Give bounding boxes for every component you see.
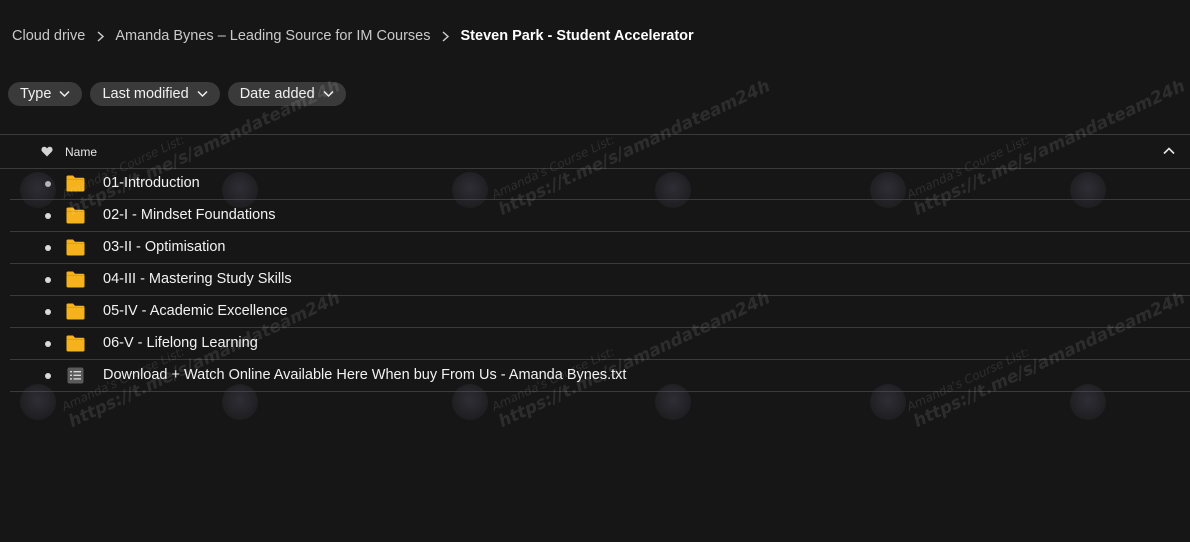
folder-icon — [66, 303, 85, 320]
date-added-filter-button[interactable]: Date added — [227, 82, 346, 106]
table-row[interactable]: 05-IV - Academic Excellence — [10, 296, 1190, 328]
chevron-right-icon — [85, 30, 115, 42]
heart-icon[interactable] — [41, 146, 53, 157]
row-marker — [45, 277, 51, 283]
file-name: Download + Watch Online Available Here W… — [103, 367, 627, 383]
file-name: 01-Introduction — [103, 175, 200, 191]
file-name: 04-III - Mastering Study Skills — [103, 271, 292, 287]
name-column-header[interactable]: Name — [65, 145, 97, 159]
table-row[interactable]: 04-III - Mastering Study Skills — [10, 264, 1190, 296]
row-marker — [45, 213, 51, 219]
breadcrumb-amanda-bynes[interactable]: Amanda Bynes – Leading Source for IM Cou… — [115, 28, 430, 44]
file-name: 02-I - Mindset Foundations — [103, 207, 276, 223]
folder-icon — [66, 271, 85, 288]
table-row[interactable]: Download + Watch Online Available Here W… — [10, 360, 1190, 392]
chevron-right-icon — [431, 30, 461, 42]
row-marker — [45, 309, 51, 315]
row-marker — [45, 245, 51, 251]
folder-icon — [66, 335, 85, 352]
breadcrumb-cloud-drive[interactable]: Cloud drive — [12, 28, 85, 44]
row-marker — [45, 181, 51, 187]
last-modified-filter-label: Last modified — [102, 86, 189, 102]
table-row[interactable]: 02-I - Mindset Foundations — [10, 200, 1190, 232]
breadcrumb: Cloud drive Amanda Bynes – Leading Sourc… — [12, 26, 694, 46]
chevron-up-icon[interactable] — [1163, 147, 1175, 155]
folder-icon — [66, 207, 85, 224]
breadcrumb-current-folder: Steven Park - Student Accelerator — [460, 28, 694, 44]
chevron-down-icon — [323, 90, 334, 98]
table-row[interactable]: 03-II - Optimisation — [10, 232, 1190, 264]
file-name: 03-II - Optimisation — [103, 239, 226, 255]
table-row[interactable]: 06-V - Lifelong Learning — [10, 328, 1190, 360]
table-header: Name — [0, 135, 1190, 169]
cloud-drive-page: Cloud drive Amanda Bynes – Leading Sourc… — [0, 0, 1190, 542]
type-filter-button[interactable]: Type — [8, 82, 83, 106]
file-list: 01-Introduction 02-I - Mindset Foundatio… — [10, 168, 1190, 392]
row-marker — [45, 341, 51, 347]
type-filter-label: Type — [20, 86, 52, 102]
folder-icon — [66, 239, 85, 256]
chevron-down-icon — [197, 90, 208, 98]
table-row[interactable]: 01-Introduction — [10, 168, 1190, 200]
text-file-icon — [67, 367, 84, 384]
folder-icon — [66, 175, 85, 192]
date-added-filter-label: Date added — [239, 86, 315, 102]
file-name: 05-IV - Academic Excellence — [103, 303, 288, 319]
last-modified-filter-button[interactable]: Last modified — [90, 82, 220, 106]
row-marker — [45, 373, 51, 379]
filter-bar: Type Last modified Date added — [8, 82, 346, 106]
chevron-down-icon — [59, 90, 70, 98]
file-name: 06-V - Lifelong Learning — [103, 335, 258, 351]
